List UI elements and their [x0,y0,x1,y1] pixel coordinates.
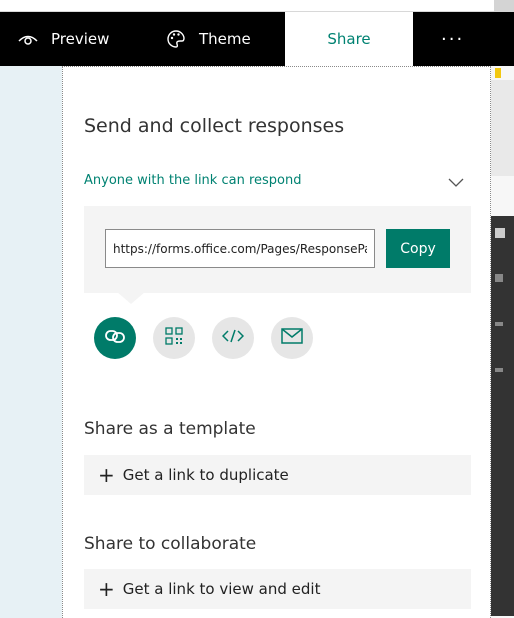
palette-icon [166,29,186,49]
audience-selected-value: Anyone with the link can respond [84,173,302,188]
share-link-button[interactable] [94,317,136,359]
link-icon [104,327,126,349]
email-icon [281,328,303,348]
copy-button[interactable]: Copy [386,229,450,268]
link-box: Copy [84,206,471,304]
share-link-input[interactable] [105,229,375,268]
more-label: ··· [441,28,465,50]
share-label: Share [327,30,371,48]
audience-dropdown[interactable]: Anyone with the link can respond [84,169,464,193]
qr-code-button[interactable] [153,317,195,359]
view-edit-link-label: Get a link to view and edit [122,580,321,598]
embed-code-icon [221,328,245,348]
selection-pointer [117,292,145,304]
email-button[interactable] [271,317,313,359]
top-toolbar: Preview Theme Share ··· [0,12,514,66]
duplicate-link-button[interactable]: + Get a link to duplicate [84,455,471,495]
duplicate-link-label: Get a link to duplicate [122,466,289,484]
left-panel [0,66,62,618]
top-strip [0,0,514,12]
chart-icon [495,68,501,78]
tab-share[interactable]: Share [285,12,413,66]
section-title-collaborate: Share to collaborate [84,534,257,554]
share-panel: Send and collect responses Anyone with t… [62,66,491,618]
theme-label: Theme [199,30,251,48]
preview-label: Preview [51,30,110,48]
theme-button[interactable]: Theme [166,12,251,66]
preview-button[interactable]: Preview [18,12,109,66]
right-edge-panel [491,66,514,618]
chevron-down-icon [448,173,464,192]
embed-button[interactable] [212,317,254,359]
top-strip-bar [0,0,494,12]
plus-icon: + [98,463,115,487]
top-strip-edge [494,0,514,12]
section-title-send: Send and collect responses [84,115,345,137]
plus-icon: + [98,577,115,601]
more-options-button[interactable]: ··· [441,12,464,66]
section-title-template: Share as a template [84,419,256,439]
eye-icon [18,32,38,46]
view-edit-link-button[interactable]: + Get a link to view and edit [84,569,471,609]
qr-code-icon [165,327,183,349]
